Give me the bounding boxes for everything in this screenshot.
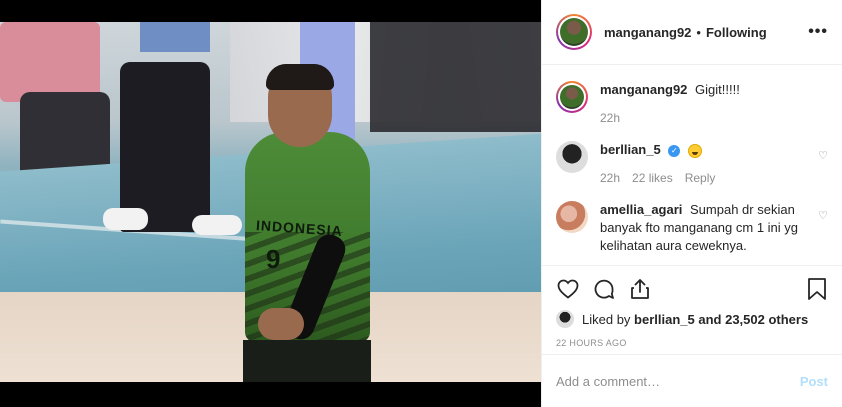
referee-figure <box>120 62 210 232</box>
avatar[interactable] <box>556 14 592 50</box>
comment-meta: 22h 22 likes Reply <box>600 169 808 187</box>
bookmark-icon[interactable] <box>804 274 828 304</box>
referee-shoe-right <box>192 215 242 235</box>
heart-icon[interactable] <box>556 274 592 304</box>
comments-list[interactable]: manganang92 Gigit!!!!! 22h berllian_5 ✓ … <box>542 65 842 265</box>
avatar-image <box>560 18 588 46</box>
liked-by-username[interactable]: berllian_5 <box>634 312 695 327</box>
grinning-face-emoji-icon <box>687 143 702 158</box>
comment-reply-button[interactable]: Reply <box>685 169 716 187</box>
share-icon[interactable] <box>628 274 664 304</box>
comment-like-heart-icon[interactable]: ♡ <box>818 209 828 222</box>
liked-by-others[interactable]: and 23,502 others <box>698 312 808 327</box>
header-username[interactable]: manganang92 <box>604 25 691 40</box>
referee-shoe-left <box>103 208 148 230</box>
player-shorts <box>243 340 371 382</box>
post-actions-section: Liked by berllian_5 and 23,502 others 22… <box>542 265 842 354</box>
caption-avatar-border <box>558 83 586 111</box>
caption-text: Gigit!!!!! <box>695 82 740 97</box>
caption-meta: 22h <box>600 109 808 127</box>
add-comment-bar: Post <box>542 354 842 407</box>
comment-item: amellia_agari Sumpah dr sekian banyak ft… <box>556 201 828 255</box>
action-bar <box>556 274 828 304</box>
verified-badge-icon: ✓ <box>668 144 681 157</box>
comment-username[interactable]: berllian_5 <box>600 142 661 157</box>
caption-time[interactable]: 22h <box>600 109 620 127</box>
comment-icon[interactable] <box>592 274 628 304</box>
referee-shirt <box>140 22 210 52</box>
post-header: manganang92 • Following ••• <box>542 0 842 65</box>
more-options-icon[interactable]: ••• <box>808 23 828 41</box>
avatar-border <box>558 16 590 48</box>
post-photo[interactable]: INDONESIA 9 <box>0 0 541 407</box>
comment-body: berllian_5 ✓ 22h 22 likes Reply <box>600 141 828 187</box>
following-button[interactable]: Following <box>706 25 767 40</box>
liked-by-summary: Liked by berllian_5 and 23,502 others <box>556 310 828 328</box>
liked-by-avatar[interactable] <box>556 310 574 328</box>
comment-time[interactable]: 22h <box>600 169 620 187</box>
caption-avatar[interactable] <box>556 81 588 113</box>
comment-body: amellia_agari Sumpah dr sekian banyak ft… <box>600 201 828 255</box>
post-side-panel: manganang92 • Following ••• manganang92 … <box>541 0 842 407</box>
comment-like-heart-icon[interactable]: ♡ <box>818 149 828 162</box>
header-separator: • <box>696 24 701 40</box>
caption-avatar-image <box>560 85 584 109</box>
background-spectators <box>370 22 541 132</box>
spectator-pink-shirt <box>0 22 100 102</box>
caption-body: manganang92 Gigit!!!!! 22h <box>600 81 828 127</box>
comment-item: berllian_5 ✓ 22h 22 likes Reply ♡ <box>556 141 828 187</box>
post-timestamp[interactable]: 22 HOURS AGO <box>556 338 828 348</box>
player-hair-top <box>266 64 334 90</box>
comment-input[interactable] <box>556 373 800 389</box>
comment-username[interactable]: amellia_agari <box>600 202 682 217</box>
comment-avatar[interactable] <box>556 141 588 173</box>
comment-avatar[interactable] <box>556 201 588 233</box>
liked-by-prefix: Liked by <box>582 311 631 327</box>
photo-image: INDONESIA 9 <box>0 22 541 382</box>
comment-likes-count[interactable]: 22 likes <box>632 169 673 187</box>
photo-bottom-letterbox <box>0 382 541 407</box>
post-comment-button[interactable]: Post <box>800 374 828 389</box>
caption: manganang92 Gigit!!!!! 22h <box>556 81 828 127</box>
jersey-number: 9 <box>266 244 281 274</box>
instagram-post-view: INDONESIA 9 manganang92 • Following ••• <box>0 0 842 407</box>
player-hand <box>258 308 304 340</box>
caption-username[interactable]: manganang92 <box>600 82 687 97</box>
